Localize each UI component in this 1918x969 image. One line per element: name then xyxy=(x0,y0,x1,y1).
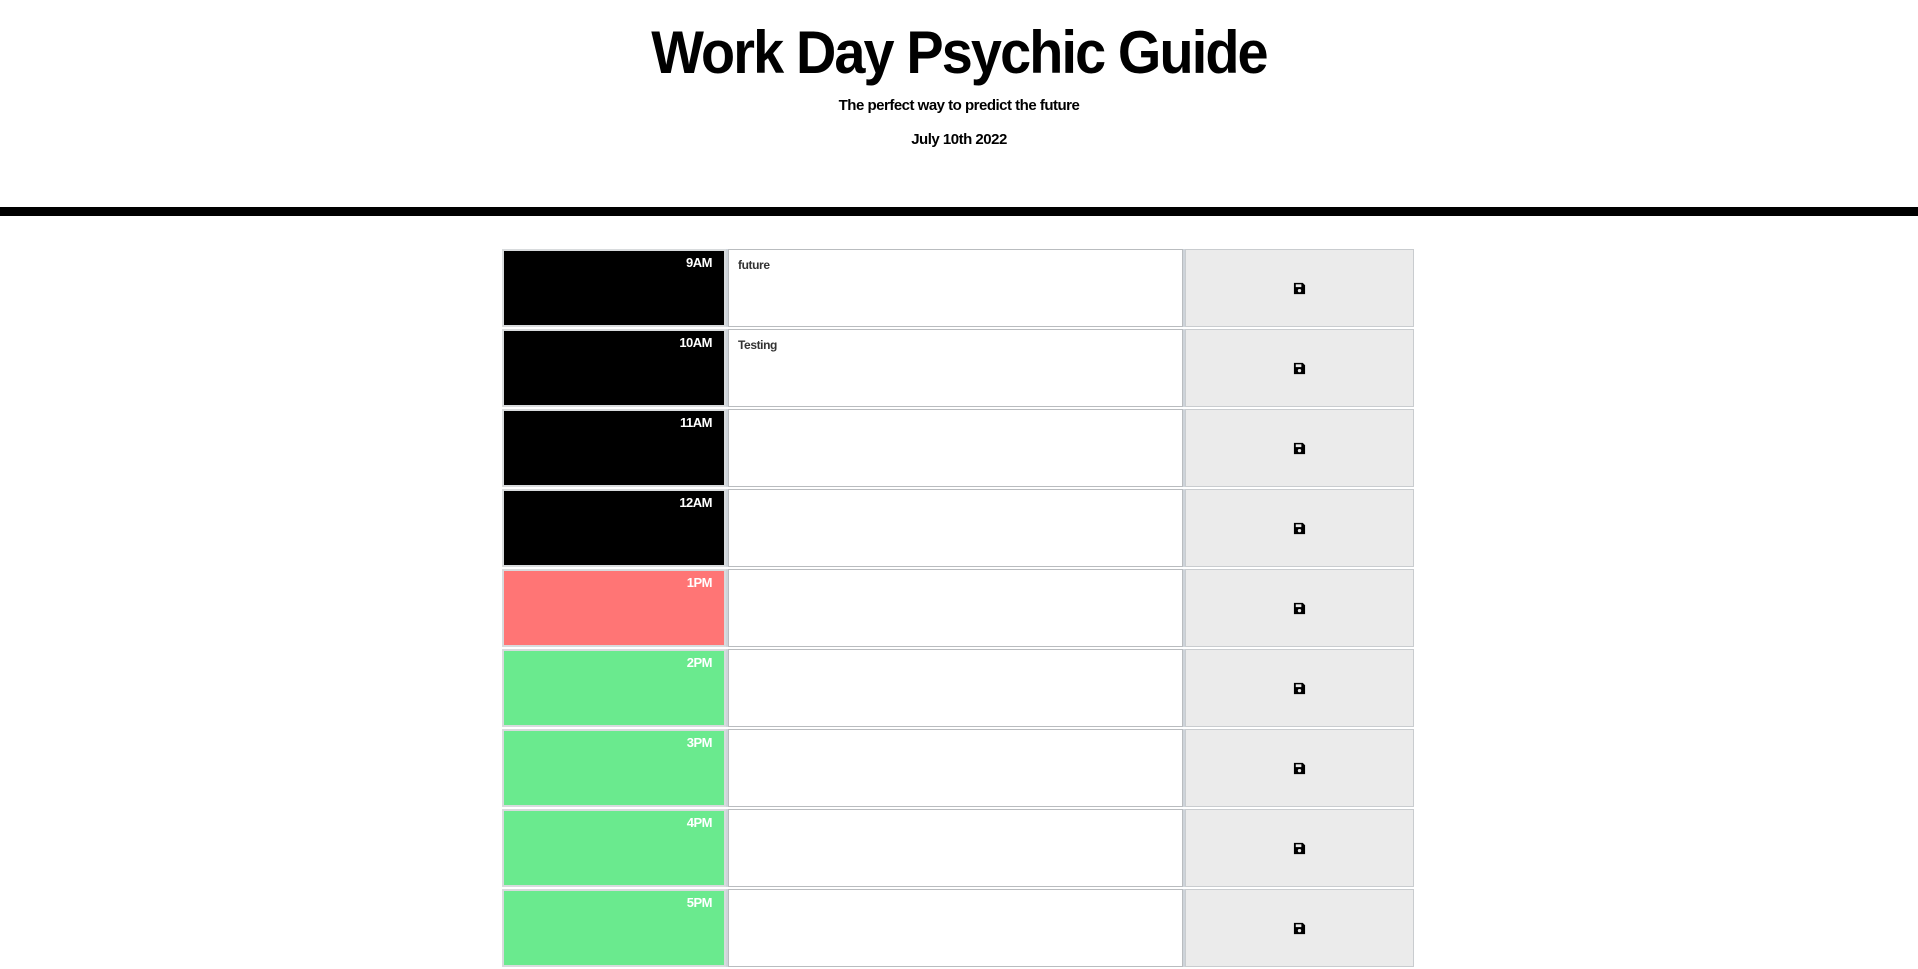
save-button[interactable] xyxy=(1185,329,1414,407)
hour-label: 5PM xyxy=(502,889,726,967)
floppy-disk-icon xyxy=(1293,762,1306,775)
page-title: Work Day Psychic Guide xyxy=(651,19,1268,86)
floppy-disk-icon xyxy=(1293,602,1306,615)
time-block-row: 12AM xyxy=(502,489,1414,567)
floppy-disk-icon xyxy=(1293,922,1306,935)
time-block-planner: 9AM future 10AM Testing 11AM 12AM 1PM 2P… xyxy=(502,249,1414,969)
event-description-input[interactable] xyxy=(728,409,1183,487)
event-description-input[interactable] xyxy=(728,649,1183,727)
floppy-disk-icon xyxy=(1293,282,1306,295)
event-description-input[interactable] xyxy=(728,489,1183,567)
time-block-row: 1PM xyxy=(502,569,1414,647)
event-description-input[interactable] xyxy=(728,569,1183,647)
floppy-disk-icon xyxy=(1293,362,1306,375)
save-button[interactable] xyxy=(1185,889,1414,967)
save-button[interactable] xyxy=(1185,489,1414,567)
time-block-row: 11AM xyxy=(502,409,1414,487)
event-description-input[interactable] xyxy=(728,729,1183,807)
hour-label: 3PM xyxy=(502,729,726,807)
hour-label: 11AM xyxy=(502,409,726,487)
hour-label: 2PM xyxy=(502,649,726,727)
time-block-row: 4PM xyxy=(502,809,1414,887)
event-description-input[interactable] xyxy=(728,889,1183,967)
floppy-disk-icon xyxy=(1293,682,1306,695)
save-button[interactable] xyxy=(1185,249,1414,327)
time-block-row: 2PM xyxy=(502,649,1414,727)
event-description-input[interactable]: future xyxy=(728,249,1183,327)
hour-label: 9AM xyxy=(502,249,726,327)
save-button[interactable] xyxy=(1185,809,1414,887)
current-date: July 10th 2022 xyxy=(911,131,1007,148)
time-block-row: 5PM xyxy=(502,889,1414,967)
time-block-row: 10AM Testing xyxy=(502,329,1414,407)
save-button[interactable] xyxy=(1185,729,1414,807)
page-subtitle: The perfect way to predict the future xyxy=(838,97,1080,114)
event-description-input[interactable] xyxy=(728,809,1183,887)
time-block-row: 3PM xyxy=(502,729,1414,807)
page-header: Work Day Psychic Guide The perfect way t… xyxy=(0,0,1918,216)
hour-label: 4PM xyxy=(502,809,726,887)
time-block-row: 9AM future xyxy=(502,249,1414,327)
floppy-disk-icon xyxy=(1293,522,1306,535)
floppy-disk-icon xyxy=(1293,442,1306,455)
hour-label: 12AM xyxy=(502,489,726,567)
save-button[interactable] xyxy=(1185,409,1414,487)
event-description-input[interactable]: Testing xyxy=(728,329,1183,407)
hour-label: 10AM xyxy=(502,329,726,407)
floppy-disk-icon xyxy=(1293,842,1306,855)
save-button[interactable] xyxy=(1185,649,1414,727)
hour-label: 1PM xyxy=(502,569,726,647)
save-button[interactable] xyxy=(1185,569,1414,647)
